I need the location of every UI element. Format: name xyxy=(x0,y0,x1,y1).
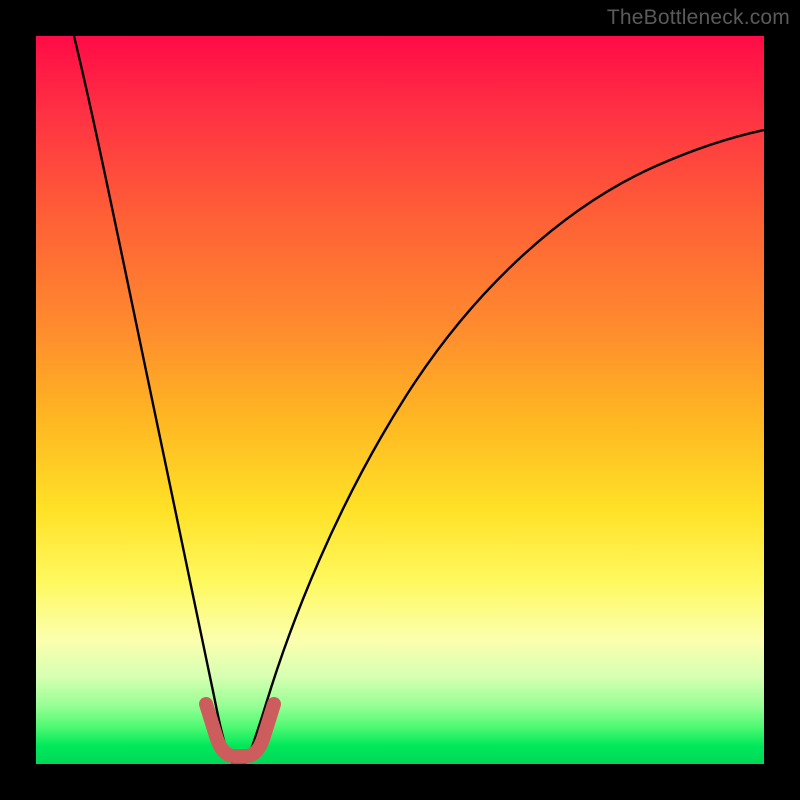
watermark-text: TheBottleneck.com xyxy=(607,6,790,30)
chart-frame: TheBottleneck.com xyxy=(0,0,800,800)
chart-svg xyxy=(36,36,764,764)
plot-area xyxy=(36,36,764,764)
bottleneck-curve xyxy=(74,36,764,762)
